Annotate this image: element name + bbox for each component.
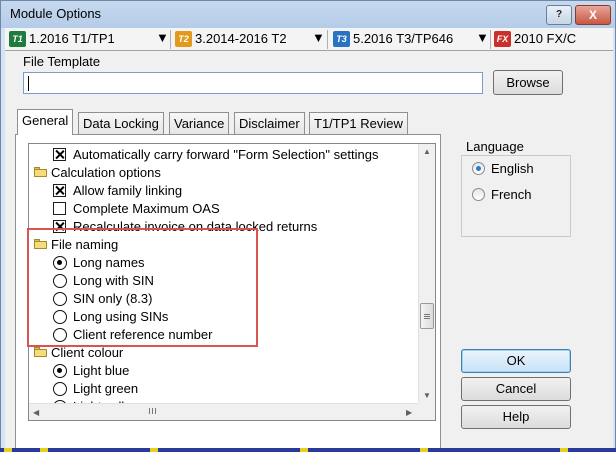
tab-general[interactable]: General (17, 109, 74, 135)
help-title-button[interactable]: ? (546, 5, 572, 25)
option-label: Long names (73, 255, 145, 270)
scroll-left-icon[interactable]: ◀ (33, 408, 39, 417)
t3-dropdown-arrow-icon[interactable]: ▼ (476, 30, 489, 50)
title-bar[interactable]: Module Options ? X (1, 1, 615, 28)
file-template-input[interactable] (23, 72, 483, 94)
group-label: Calculation options (51, 165, 161, 180)
vertical-scroll-thumb[interactable] (420, 303, 434, 329)
folder-icon (34, 239, 47, 249)
options-tree[interactable]: Automatically carry forward "Form Select… (28, 143, 436, 421)
checkbox[interactable] (53, 202, 66, 215)
vertical-scrollbar[interactable]: ▲ ▼ (418, 144, 435, 404)
module-tab-label: 5.2016 T3/TP646 (353, 31, 454, 47)
scrollbar-corner (418, 403, 435, 420)
option-label: Complete Maximum OAS (73, 201, 220, 216)
browse-button[interactable]: Browse (493, 70, 563, 95)
t1-module-icon: T1 (9, 30, 26, 47)
group-label: File naming (51, 237, 119, 252)
module-tab-label: 3.2014-2016 T2 (195, 31, 287, 47)
option-label: Client reference number (73, 327, 213, 342)
option-label: SIN only (8.3) (73, 291, 153, 306)
option-label: Light blue (73, 363, 130, 378)
tab-data-locking[interactable]: Data Locking (78, 112, 164, 134)
module-tab-t3[interactable]: T3 5.2016 T3/TP646 (333, 30, 453, 50)
cancel-button[interactable]: Cancel (461, 377, 571, 401)
scroll-up-icon[interactable]: ▲ (423, 147, 431, 156)
t2-dropdown-arrow-icon[interactable]: ▼ (312, 30, 325, 50)
option-label: Long using SINs (73, 309, 169, 324)
text-caret (28, 76, 29, 91)
t1-dropdown-arrow-icon[interactable]: ▼ (156, 30, 169, 50)
option-label: Recalculate invoice on data locked retur… (73, 219, 318, 234)
group-label: Client colour (51, 345, 124, 360)
checkbox[interactable] (53, 184, 66, 197)
module-tab-fx[interactable]: FX 2010 FX/C (494, 30, 576, 50)
option-label: Light green (73, 381, 139, 396)
module-tab-t1[interactable]: T1 1.2016 T1/TP1 (9, 30, 115, 50)
module-options-dialog: Module Options ? X T1 1.2016 T1/TP1 ▼ T2 3… (0, 0, 616, 452)
background-stripe (0, 448, 616, 452)
file-template-label: File Template (23, 54, 101, 69)
language-option-label: English (491, 161, 534, 176)
help-button[interactable]: Help (461, 405, 571, 429)
module-tab-strip: T1 1.2016 T1/TP1 ▼ T2 3.2014-2016 T2 ▼ T3 5… (5, 28, 613, 51)
tab-disclaimer[interactable]: Disclaimer (234, 112, 305, 134)
radio-button[interactable] (53, 274, 67, 288)
radio-button[interactable] (53, 310, 67, 324)
language-option-label: French (491, 187, 532, 202)
radio-button[interactable] (472, 188, 485, 201)
t2-module-icon: T2 (175, 30, 192, 47)
t3-module-icon: T3 (333, 30, 350, 47)
horizontal-scrollbar[interactable]: ◀ ▶ (29, 403, 419, 420)
scroll-right-icon[interactable]: ▶ (406, 408, 412, 417)
radio-button[interactable] (53, 256, 67, 270)
option-label: Allow family linking (73, 183, 183, 198)
general-tab-panel: Automatically carry forward "Form Select… (15, 134, 441, 449)
radio-button[interactable] (472, 162, 485, 175)
option-label: Automatically carry forward "Form Select… (73, 147, 379, 162)
radio-button[interactable] (53, 292, 67, 306)
close-button[interactable]: X (575, 5, 611, 25)
radio-button[interactable] (53, 382, 67, 396)
window-title: Module Options (10, 6, 102, 21)
folder-icon (34, 347, 47, 357)
tab-t1-tp1-review[interactable]: T1/TP1 Review (309, 112, 408, 134)
option-label: Long with SIN (73, 273, 154, 288)
fx-module-icon: FX (494, 30, 511, 47)
module-tab-label: 1.2016 T1/TP1 (29, 31, 115, 47)
tab-variance[interactable]: Variance (169, 112, 230, 134)
checkbox[interactable] (53, 148, 66, 161)
module-tab-t2[interactable]: T2 3.2014-2016 T2 (175, 30, 287, 50)
checkbox[interactable] (53, 220, 66, 233)
radio-button[interactable] (53, 328, 67, 342)
dialog-client-area: T1 1.2016 T1/TP1 ▼ T2 3.2014-2016 T2 ▼ T3 5… (5, 28, 613, 449)
module-tab-label: 2010 FX/C (514, 31, 577, 47)
language-label: Language (466, 139, 524, 154)
folder-icon (34, 167, 47, 177)
ok-button[interactable]: OK (461, 349, 571, 373)
scroll-down-icon[interactable]: ▼ (423, 391, 431, 400)
radio-button[interactable] (53, 364, 67, 378)
